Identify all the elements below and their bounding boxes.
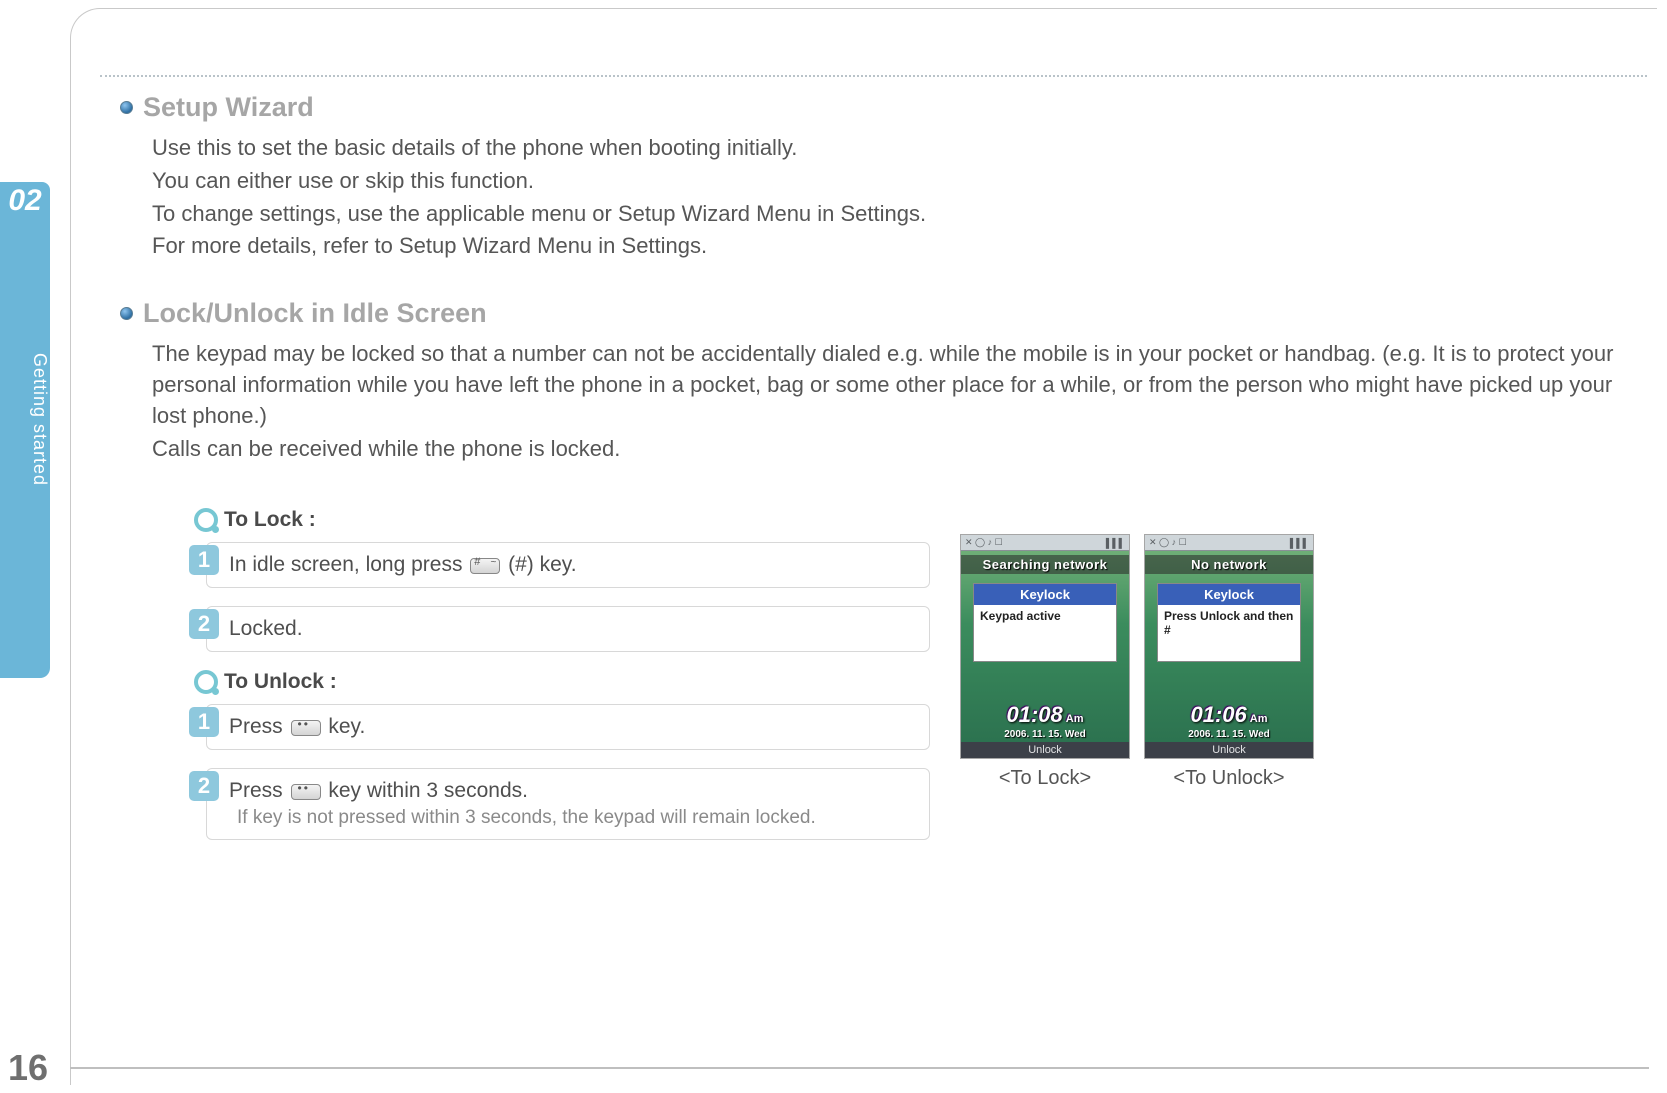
step-number: 1 [189,545,219,575]
step-box: 1 Press key. [206,704,930,750]
softkey-icon [291,720,321,736]
phone-banner: Searching network [961,555,1129,574]
step-box: 2 Press key within 3 seconds. If key is … [206,768,930,840]
screen-wrap-lock: ✕ ◯ ♪ ☐▌▌▌ Searching network Keylock Key… [960,534,1130,790]
step-number: 1 [189,707,219,737]
lock-unlock-paragraph: Calls can be received while the phone is… [152,434,1637,465]
screens-column: ✕ ◯ ♪ ☐▌▌▌ Searching network Keylock Key… [960,534,1314,790]
phone-status-bar: ✕ ◯ ♪ ☐▌▌▌ [961,535,1129,551]
setup-wizard-line: Use this to set the basic details of the… [152,133,1637,164]
time-value: 01:06 [1190,702,1246,727]
time-ampm: Am [1066,713,1084,725]
phone-softkey: Unlock [961,742,1129,758]
popup-title: Keylock [1158,584,1300,605]
screen-caption: <To Lock> [999,767,1091,790]
section-title-text: Lock/Unlock in Idle Screen [143,298,487,329]
sub-heading-text: To Unlock : [224,670,337,694]
ring-icon [194,670,218,694]
ring-icon [194,508,218,532]
setup-wizard-line: You can either use or skip this function… [152,166,1637,197]
steps-column: To Lock : 1 In idle screen, long press (… [190,500,930,858]
setup-wizard-line: For more details, refer to Setup Wizard … [152,231,1637,262]
section-title-setup-wizard: Setup Wizard [120,92,1637,123]
setup-wizard-line: To change settings, use the applicable m… [152,199,1637,230]
phone-softkey: Unlock [1145,742,1313,758]
section-title-text: Setup Wizard [143,92,314,123]
time-value: 01:08 [1006,702,1062,727]
phone-time: 01:06 Am [1145,702,1313,728]
step-note: If key is not pressed within 3 seconds, … [237,807,917,829]
bullet-icon [120,307,133,320]
step-number: 2 [189,771,219,801]
main-content: Setup Wizard Use this to set the basic d… [120,92,1637,858]
step-text-pre: Press [229,779,289,802]
to-unlock-heading: To Unlock : [194,670,930,694]
dotted-divider [100,75,1647,77]
step-text-post: key within 3 seconds. [323,779,528,802]
page-number: 16 [8,1047,48,1089]
chapter-number-tab: 02 [0,182,50,220]
section-title-lock-unlock: Lock/Unlock in Idle Screen [120,298,1637,329]
instructions-row: To Lock : 1 In idle screen, long press (… [190,500,1637,858]
screen-wrap-unlock: ✕ ◯ ♪ ☐▌▌▌ No network Keylock Press Unlo… [1144,534,1314,790]
phone-date: 2006. 11. 15. Wed [1145,729,1313,740]
setup-wizard-body: Use this to set the basic details of the… [152,133,1637,262]
popup-body: Keypad active [974,605,1116,661]
sub-heading-text: To Lock : [224,508,316,532]
lock-unlock-body: The keypad may be locked so that a numbe… [152,339,1637,464]
phone-screenshot-lock: ✕ ◯ ♪ ☐▌▌▌ Searching network Keylock Key… [960,534,1130,759]
softkey-icon [291,784,321,800]
phone-status-bar: ✕ ◯ ♪ ☐▌▌▌ [1145,535,1313,551]
screen-caption: <To Unlock> [1173,767,1284,790]
bullet-icon [120,101,133,114]
popup-body: Press Unlock and then # [1158,605,1300,661]
phone-time: 01:08 Am [961,702,1129,728]
step-number: 2 [189,609,219,639]
step-text-pre: Press [229,715,289,738]
popup-title: Keylock [974,584,1116,605]
sidebar-label: Getting started [0,218,50,678]
step-box: 2 Locked. [206,606,930,652]
step-text-post: (#) key. [502,553,576,576]
time-ampm: Am [1250,713,1268,725]
to-lock-heading: To Lock : [194,508,930,532]
keylock-popup: Keylock Press Unlock and then # [1157,583,1301,662]
bottom-rule [70,1067,1649,1069]
hash-key-icon [470,558,500,574]
phone-banner: No network [1145,555,1313,574]
keylock-popup: Keylock Keypad active [973,583,1117,662]
step-box: 1 In idle screen, long press (#) key. [206,542,930,588]
step-text: Locked. [229,617,303,640]
step-text-pre: In idle screen, long press [229,553,468,576]
phone-screenshot-unlock: ✕ ◯ ♪ ☐▌▌▌ No network Keylock Press Unlo… [1144,534,1314,759]
phone-date: 2006. 11. 15. Wed [961,729,1129,740]
step-text-post: key. [323,715,366,738]
lock-unlock-paragraph: The keypad may be locked so that a numbe… [152,339,1637,431]
